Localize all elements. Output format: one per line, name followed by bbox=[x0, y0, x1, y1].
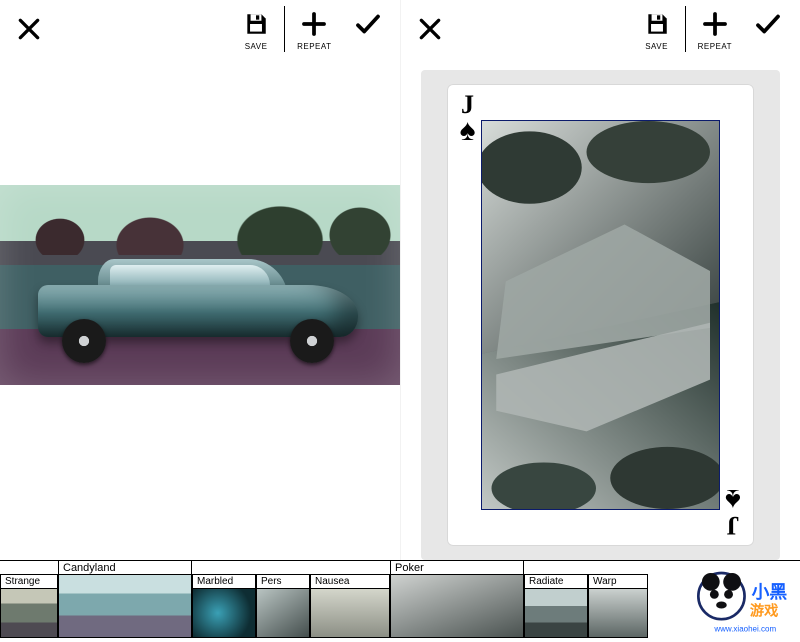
filter-label: Candyland bbox=[59, 561, 191, 575]
preview-image-right[interactable]: J ♠ J ♠ bbox=[421, 70, 781, 560]
save-button[interactable]: SAVE bbox=[230, 6, 282, 51]
car-illustration bbox=[38, 257, 358, 357]
filter-label: Nausea bbox=[311, 575, 389, 589]
card-corner-bottom: J ♠ bbox=[716, 488, 750, 540]
check-icon bbox=[353, 9, 383, 39]
filter-thumb-warp[interactable]: Warp bbox=[588, 574, 648, 638]
toolbar-separator bbox=[284, 6, 285, 52]
plus-icon bbox=[700, 9, 730, 39]
preview-image-left[interactable] bbox=[0, 185, 400, 385]
floppy-icon bbox=[243, 11, 269, 37]
filter-thumb-pers[interactable]: Pers bbox=[256, 574, 310, 638]
filter-label: Poker bbox=[391, 561, 523, 575]
filter-preview-icon bbox=[391, 575, 523, 637]
repeat-button[interactable]: REPEAT bbox=[688, 6, 742, 51]
filter-preview-icon bbox=[525, 589, 587, 637]
filter-preview-icon bbox=[311, 589, 389, 637]
plus-icon bbox=[299, 9, 329, 39]
spade-icon: ♠ bbox=[451, 120, 485, 142]
repeat-label: REPEAT bbox=[698, 42, 732, 51]
filter-thumb-nausea[interactable]: Nausea bbox=[310, 574, 390, 638]
save-label: SAVE bbox=[645, 42, 668, 51]
accept-button[interactable] bbox=[742, 6, 794, 40]
close-button[interactable] bbox=[407, 6, 453, 52]
filter-label: Warp bbox=[589, 575, 647, 589]
card-corner-top: J ♠ bbox=[451, 90, 485, 142]
filter-thumb-poker[interactable]: Poker bbox=[390, 560, 524, 638]
filter-preview-icon bbox=[589, 589, 647, 637]
toolbar-left: SAVE REPEAT bbox=[0, 0, 400, 62]
toolbar-separator bbox=[685, 6, 686, 52]
filter-label: Radiate bbox=[525, 575, 587, 589]
toolbar-right: SAVE REPEAT bbox=[401, 0, 800, 62]
filter-thumb-marbled[interactable]: Marbled bbox=[192, 574, 256, 638]
check-icon bbox=[753, 9, 783, 39]
filter-thumb-radiate[interactable]: Radiate bbox=[524, 574, 588, 638]
filter-preview-icon bbox=[257, 589, 309, 637]
floppy-icon bbox=[644, 11, 670, 37]
filter-thumb-candyland[interactable]: Candyland bbox=[58, 560, 192, 638]
filter-preview-icon bbox=[193, 589, 255, 637]
filter-label: Marbled bbox=[193, 575, 255, 589]
spade-icon: ♠ bbox=[716, 488, 750, 510]
playing-card: J ♠ J ♠ bbox=[447, 84, 755, 546]
close-icon bbox=[16, 16, 42, 42]
save-label: SAVE bbox=[245, 42, 268, 51]
filter-label: Strange bbox=[1, 575, 57, 589]
filter-thumb-strange[interactable]: Strange bbox=[0, 574, 58, 638]
editor-panel-right: SAVE REPEAT bbox=[401, 0, 800, 560]
repeat-label: REPEAT bbox=[297, 42, 331, 51]
editor-panel-left: SAVE REPEAT bbox=[0, 0, 401, 560]
save-button[interactable]: SAVE bbox=[631, 6, 683, 51]
filter-label: Pers bbox=[257, 575, 309, 589]
card-image-frame bbox=[481, 120, 721, 510]
close-button[interactable] bbox=[6, 6, 52, 52]
repeat-button[interactable]: REPEAT bbox=[287, 6, 341, 51]
filter-preview-icon bbox=[1, 589, 57, 637]
filter-preview-icon bbox=[59, 575, 191, 637]
close-icon bbox=[417, 16, 443, 42]
filter-strip[interactable]: StrangeCandylandMarbledPersNauseaPokerRa… bbox=[0, 560, 800, 639]
accept-button[interactable] bbox=[342, 6, 394, 40]
